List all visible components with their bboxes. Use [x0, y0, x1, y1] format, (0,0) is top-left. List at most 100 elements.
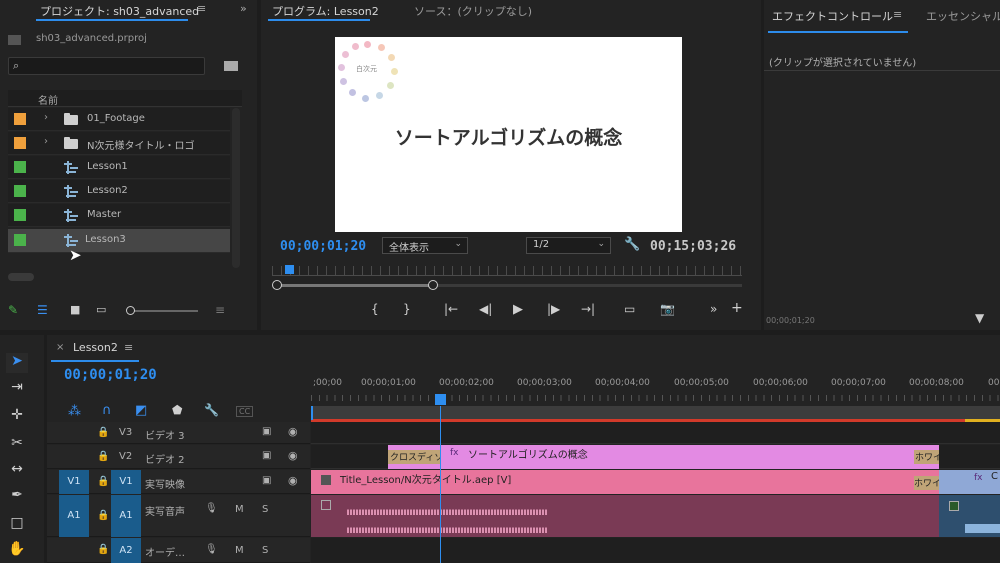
label-color-swatch[interactable]: [14, 113, 26, 125]
tab-source[interactable]: ソース：(クリップなし): [414, 3, 532, 19]
monitor-time-ruler[interactable]: [272, 266, 742, 276]
timeline-menu-icon[interactable]: ≡: [124, 341, 133, 354]
list-view-icon[interactable]: ☰: [37, 303, 48, 317]
horizontal-scrollbar[interactable]: [8, 273, 34, 281]
slip-tool-icon[interactable]: ↔: [6, 461, 28, 481]
mark-in-button[interactable]: {: [371, 302, 379, 316]
timeline-current-time[interactable]: 00;00;01;20: [64, 367, 157, 383]
source-patch-a1[interactable]: A1: [59, 495, 89, 537]
zoom-scrollbar[interactable]: [272, 280, 742, 290]
solo-button[interactable]: S: [262, 504, 268, 515]
zoom-handle-right[interactable]: [428, 280, 438, 290]
step-forward-button[interactable]: |▶: [547, 302, 560, 316]
go-to-in-button[interactable]: |←: [444, 302, 458, 316]
video-frame[interactable]: 白次元 ソートアルゴリズムの概念: [335, 37, 682, 232]
source-patch-v1[interactable]: V1: [59, 470, 89, 494]
zoom-slider-handle[interactable]: [126, 306, 135, 315]
safe-margins-button[interactable]: ▭: [624, 302, 635, 316]
timeline-playhead-line[interactable]: [440, 406, 441, 563]
tab-essential[interactable]: エッセンシャル: [926, 8, 1000, 24]
list-item-lesson2[interactable]: Lesson2: [8, 180, 230, 203]
icon-view-icon[interactable]: ■: [70, 303, 80, 316]
pen-tool-icon[interactable]: ✒: [6, 487, 28, 507]
wrench-icon[interactable]: 🔧: [624, 237, 640, 252]
snap-nest-icon[interactable]: ⁂: [68, 404, 81, 419]
lock-icon[interactable]: 🔒: [97, 476, 109, 487]
timeline-close-icon[interactable]: ×: [56, 342, 64, 353]
zoom-slider[interactable]: [126, 306, 198, 315]
linked-selection-icon[interactable]: ◩: [135, 403, 147, 418]
filter-icon[interactable]: ▼: [975, 311, 984, 325]
go-to-out-button[interactable]: →|: [581, 302, 595, 316]
play-button[interactable]: ▶: [513, 302, 523, 317]
lock-icon[interactable]: 🔒: [97, 427, 109, 438]
transition-white-out-v1[interactable]: ホワイトアウ: [914, 476, 939, 490]
track-target-a2[interactable]: A2: [111, 538, 141, 563]
track-header-v3[interactable]: 🔒 V3 ビデオ 3 ▣ ◉: [47, 422, 310, 444]
tab-program[interactable]: プログラム: Lesson2: [272, 3, 379, 19]
track-header-a2[interactable]: 🔒 A2 オーデ… 🎙 M S: [47, 538, 310, 563]
mute-button[interactable]: M: [235, 545, 244, 556]
track-header-v2[interactable]: 🔒 V2 ビデオ 2 ▣ ◉: [47, 445, 310, 469]
add-button-icon[interactable]: +: [731, 300, 743, 316]
chevron-right-icon[interactable]: ›: [44, 112, 48, 123]
captions-icon[interactable]: CC: [236, 406, 254, 417]
pencil-icon[interactable]: ✎: [8, 303, 18, 317]
add-marker-icon[interactable]: ⬟: [172, 403, 182, 417]
list-item-01-footage[interactable]: › 01_Footage: [8, 108, 230, 131]
tab-effect-controls[interactable]: エフェクトコントロール: [772, 8, 893, 24]
list-item-lesson3[interactable]: Lesson3: [8, 229, 230, 253]
panel-menu-icon[interactable]: ≡: [893, 8, 902, 21]
eye-icon[interactable]: ◉: [288, 474, 298, 487]
lock-icon[interactable]: 🔒: [97, 510, 109, 521]
fit-dropdown[interactable]: 全体表示 ⌄: [382, 237, 468, 254]
track-target-a1[interactable]: A1: [111, 495, 141, 537]
tab-timeline-lesson2[interactable]: Lesson2: [73, 341, 118, 354]
column-name-header[interactable]: 名前: [38, 92, 58, 107]
step-back-button[interactable]: ◀|: [479, 302, 492, 316]
transition-white-end-v2[interactable]: ホワイ: [914, 450, 939, 464]
expand-panels-icon[interactable]: »: [240, 2, 247, 15]
label-color-swatch[interactable]: [14, 185, 26, 197]
timeline-settings-icon[interactable]: 🔧: [204, 403, 219, 417]
lock-icon[interactable]: 🔒: [97, 544, 109, 555]
label-color-swatch[interactable]: [14, 234, 26, 246]
label-color-swatch[interactable]: [14, 161, 26, 173]
mute-button[interactable]: M: [235, 504, 244, 515]
track-lane-v3[interactable]: [311, 422, 1000, 444]
ripple-edit-tool-icon[interactable]: ✛: [6, 407, 28, 427]
film-icon[interactable]: ▣: [262, 450, 271, 461]
panel-menu-icon[interactable]: ≡: [197, 2, 206, 15]
clip-v1-next[interactable]: fx C: [939, 470, 1000, 494]
vertical-scrollbar[interactable]: [232, 108, 240, 268]
film-icon[interactable]: ▣: [262, 475, 271, 486]
more-controls-icon[interactable]: »: [710, 302, 717, 316]
program-current-time[interactable]: 00;00;01;20: [280, 239, 366, 254]
zoom-handle-left[interactable]: [272, 280, 282, 290]
eye-icon[interactable]: ◉: [288, 425, 298, 438]
freeform-view-icon[interactable]: ▭: [96, 303, 106, 316]
track-target-v1[interactable]: V1: [111, 470, 141, 494]
hand-tool-icon[interactable]: ✋: [6, 541, 28, 561]
clip-v1-title-lesson[interactable]: Title_Lesson/N次元タイトル.aep [V]: [311, 470, 939, 494]
film-icon[interactable]: ▣: [262, 426, 271, 437]
search-input[interactable]: ⌕: [8, 57, 205, 75]
mark-out-button[interactable]: }: [403, 302, 411, 316]
new-bin-icon[interactable]: [224, 61, 238, 71]
timeline-playhead-head[interactable]: [435, 394, 446, 405]
in-point-marker[interactable]: [311, 406, 313, 420]
label-color-swatch[interactable]: [14, 137, 26, 149]
label-color-swatch[interactable]: [14, 209, 26, 221]
selection-tool-icon[interactable]: ➤: [6, 353, 28, 373]
eye-icon[interactable]: ◉: [288, 449, 298, 462]
snap-icon[interactable]: ∩: [102, 403, 112, 418]
list-item-title-logo[interactable]: › N次元様タイトル・ロゴ: [8, 132, 230, 155]
resolution-dropdown[interactable]: 1/2 ⌄: [526, 237, 611, 254]
chevron-right-icon[interactable]: ›: [44, 136, 48, 147]
solo-button[interactable]: S: [262, 545, 268, 556]
track-header-a1[interactable]: A1 🔒 A1 実写音声 🎙 M S: [47, 495, 310, 537]
transition-cross-dissolve[interactable]: クロスディゾ: [388, 450, 440, 464]
clip-a1-audio-next[interactable]: [939, 495, 1000, 537]
camera-icon[interactable]: 📷: [660, 302, 675, 316]
playhead-marker[interactable]: [285, 265, 294, 274]
